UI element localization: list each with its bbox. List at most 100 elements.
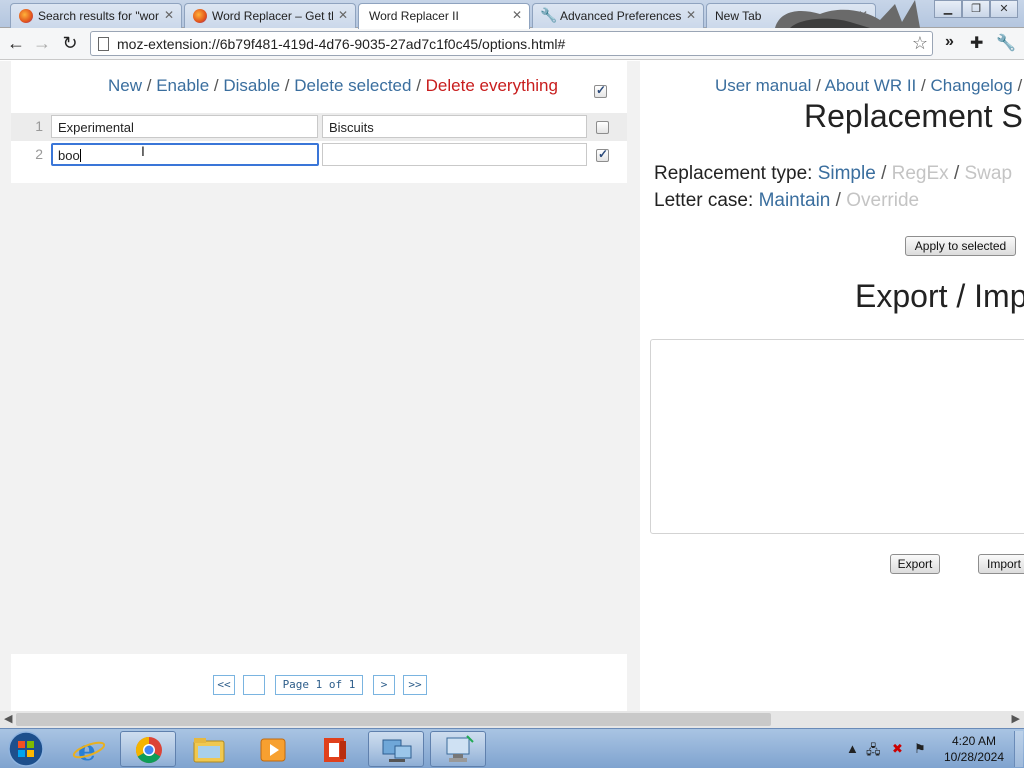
- import-button[interactable]: Import: [978, 554, 1024, 574]
- replacement-list-panel: New / Enable / Disable / Delete selected…: [11, 61, 627, 183]
- separator: /: [416, 76, 421, 95]
- replacement-type-label: Replacement type:: [654, 163, 813, 184]
- separator: /: [835, 190, 841, 211]
- office-icon[interactable]: [306, 731, 362, 767]
- bookmark-star-icon[interactable]: ☆: [912, 33, 928, 54]
- swap-option[interactable]: Swap: [965, 163, 1013, 184]
- tab-label: Advanced Preferences: [560, 9, 681, 23]
- close-icon[interactable]: ✕: [686, 8, 696, 22]
- close-icon[interactable]: ✕: [338, 8, 348, 22]
- regex-option[interactable]: RegEx: [892, 163, 949, 184]
- show-hidden-icons-icon[interactable]: ▲: [846, 741, 859, 756]
- page-content: New / Enable / Disable / Delete selected…: [0, 61, 1024, 711]
- separator: /: [881, 163, 887, 184]
- tab-advanced-preferences[interactable]: 🔧 Advanced Preferences ✕: [532, 3, 704, 28]
- address-bar[interactable]: moz-extension://6b79f481-419d-4d76-9035-…: [90, 31, 933, 56]
- separator: /: [953, 163, 960, 184]
- maintain-option[interactable]: Maintain: [759, 190, 831, 211]
- scrollbar-thumb[interactable]: [16, 713, 771, 726]
- system-clock[interactable]: 4:20 AM 10/28/2024: [938, 733, 1010, 765]
- changelog-link[interactable]: Changelog: [930, 76, 1012, 95]
- clock-date: 10/28/2024: [943, 750, 1005, 764]
- chrome-icon[interactable]: [120, 731, 176, 767]
- url-text: moz-extension://6b79f481-419d-4d76-9035-…: [117, 36, 566, 52]
- tab-label: Word Replacer II: [369, 9, 459, 23]
- back-icon[interactable]: ←: [4, 32, 28, 56]
- row-number: 2: [35, 146, 43, 162]
- scroll-left-icon[interactable]: ◀: [4, 712, 12, 725]
- remote-desktop-icon[interactable]: [430, 731, 486, 767]
- i-beam-cursor-icon: I: [141, 143, 145, 159]
- action-center-flag-icon[interactable]: ⚑: [914, 741, 926, 757]
- find-input-value: boo: [58, 148, 80, 163]
- apply-to-selected-button[interactable]: Apply to selected: [905, 236, 1016, 256]
- find-input[interactable]: Experimental: [51, 115, 318, 138]
- prev-page-button[interactable]: [243, 675, 265, 695]
- row-checkbox[interactable]: [596, 147, 609, 162]
- file-explorer-icon[interactable]: [180, 731, 236, 767]
- pager-footer: << Page 1 of 1 > >>: [11, 654, 627, 711]
- volume-muted-icon[interactable]: ✖: [892, 741, 903, 757]
- text-caret: [79, 149, 81, 162]
- tab-search-results[interactable]: Search results for "word ✕: [10, 3, 182, 28]
- separator: /: [816, 76, 821, 95]
- delete-selected-link[interactable]: Delete selected: [294, 76, 411, 95]
- overflow-chevron-icon[interactable]: »: [945, 33, 954, 51]
- extensions-icon[interactable]: ✚: [970, 33, 983, 53]
- export-textarea[interactable]: [650, 339, 1024, 534]
- forward-icon[interactable]: →: [30, 32, 54, 56]
- next-page-button[interactable]: >: [373, 675, 395, 695]
- separator: /: [284, 76, 290, 95]
- close-icon[interactable]: ✕: [164, 8, 174, 22]
- wrench-icon: 🔧: [540, 7, 558, 23]
- tab-label: Search results for "word: [38, 9, 159, 23]
- user-manual-link[interactable]: User manual: [715, 76, 811, 95]
- close-icon[interactable]: ✕: [512, 8, 522, 22]
- export-import-heading: Export / Imp: [855, 278, 1024, 314]
- select-all-checkbox[interactable]: [594, 83, 607, 98]
- tab-word-replacer-ii[interactable]: Word Replacer II ✕: [358, 3, 530, 29]
- wrench-menu-icon[interactable]: 🔧: [996, 33, 1016, 53]
- svg-text:e: e: [78, 734, 96, 767]
- delete-everything-link[interactable]: Delete everything: [426, 76, 558, 95]
- last-page-button[interactable]: >>: [403, 675, 427, 695]
- media-player-icon[interactable]: [244, 731, 300, 767]
- show-desktop-button[interactable]: [1014, 731, 1023, 767]
- page-icon: [98, 37, 109, 51]
- network-icon[interactable]: [368, 731, 424, 767]
- replace-input[interactable]: Biscuits: [322, 115, 587, 138]
- network-tray-icon[interactable]: 🖧: [866, 741, 881, 763]
- about-link[interactable]: About WR II: [825, 76, 917, 95]
- letter-case-label: Letter case:: [654, 190, 754, 211]
- internet-explorer-icon[interactable]: e: [60, 731, 116, 767]
- disable-link[interactable]: Disable: [223, 76, 280, 95]
- minimize-button[interactable]: ▁: [934, 0, 962, 18]
- first-page-button[interactable]: <<: [213, 675, 235, 695]
- enable-link[interactable]: Enable: [156, 76, 209, 95]
- horizontal-scrollbar[interactable]: ◀ ▶: [0, 711, 1024, 728]
- maximize-button[interactable]: ❐: [962, 0, 990, 18]
- override-option[interactable]: Override: [846, 190, 919, 211]
- scroll-right-icon[interactable]: ▶: [1012, 712, 1020, 725]
- window-controls: ▁ ❐ ✕: [934, 0, 1018, 18]
- new-link[interactable]: New: [108, 76, 142, 95]
- start-button-icon[interactable]: [4, 730, 48, 768]
- letter-case-row: Letter case: Maintain / Override: [654, 190, 919, 212]
- help-links: User manual / About WR II / Changelog / …: [715, 76, 1024, 96]
- settings-panel: User manual / About WR II / Changelog / …: [640, 61, 1024, 711]
- export-button[interactable]: Export: [890, 554, 940, 574]
- tab-label: Word Replacer – Get th: [212, 9, 333, 23]
- windows-taskbar: e ▲ 🖧 ✖ ⚑ 4:20 AM 10/28/2024: [0, 728, 1024, 768]
- find-input[interactable]: boo: [51, 143, 319, 166]
- reload-icon[interactable]: ↻: [58, 32, 82, 56]
- replace-input[interactable]: [322, 143, 587, 166]
- row-checkbox[interactable]: [596, 121, 609, 134]
- close-window-button[interactable]: ✕: [990, 0, 1018, 18]
- replacement-type-row: Replacement type: Simple / RegEx / Swap: [654, 163, 1012, 185]
- browser-toolbar: ← → ↻ moz-extension://6b79f481-419d-4d76…: [0, 28, 1024, 60]
- simple-option[interactable]: Simple: [818, 163, 876, 184]
- tab-word-replacer-addon[interactable]: Word Replacer – Get th ✕: [184, 3, 356, 28]
- table-row: 2 boo: [11, 141, 627, 169]
- clock-time: 4:20 AM: [951, 734, 997, 748]
- separator: /: [146, 76, 152, 95]
